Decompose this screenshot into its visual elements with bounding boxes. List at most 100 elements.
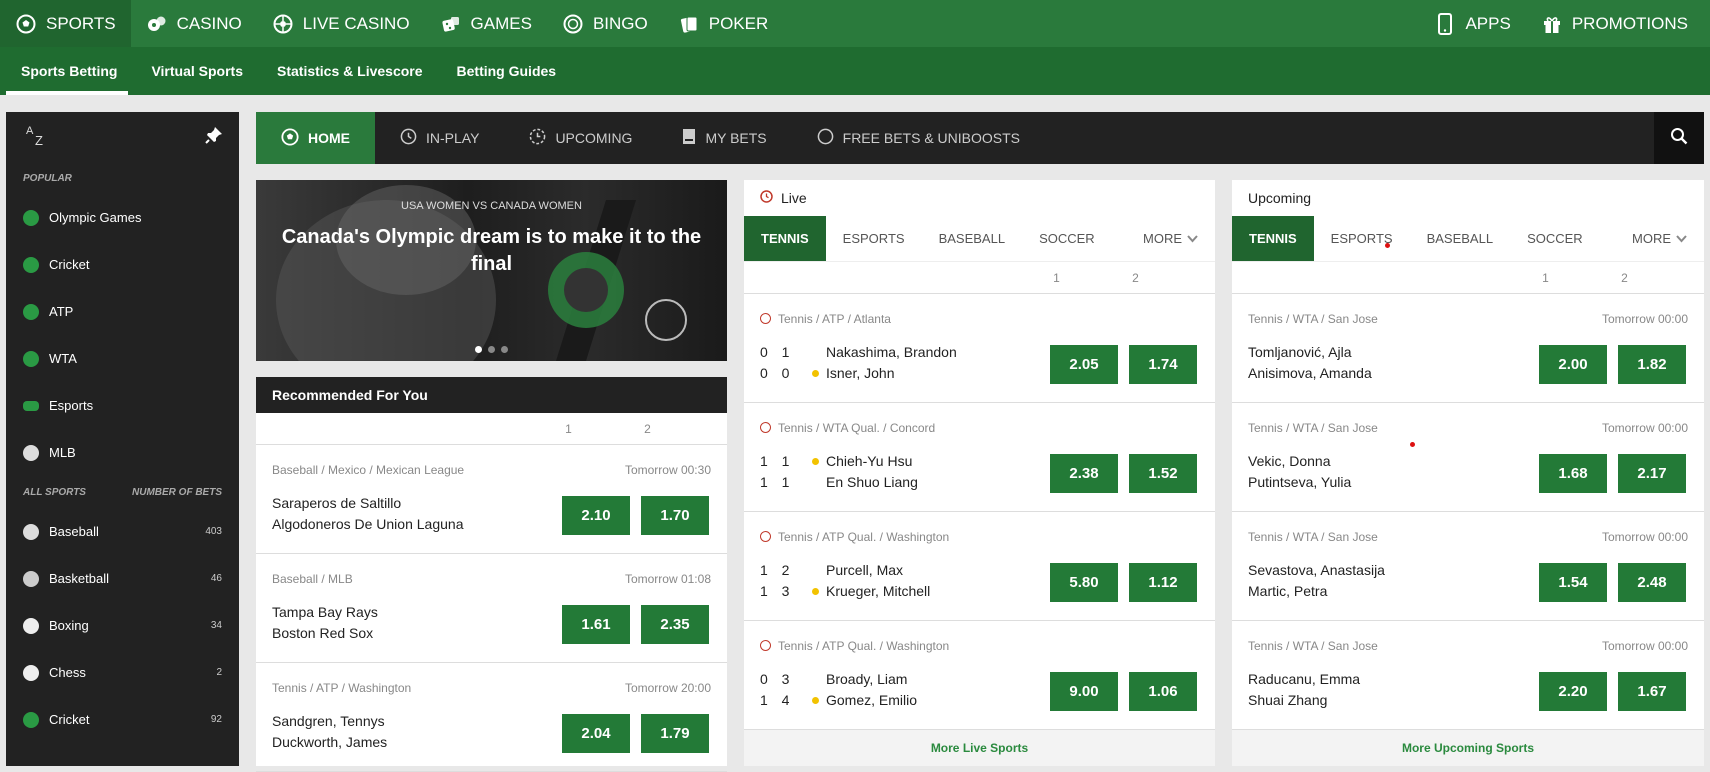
upcoming-card: Upcoming TENNIS ESPORTS BASEBALL SOCCER … (1232, 180, 1704, 766)
odds-button[interactable]: 1.70 (641, 496, 709, 535)
event-league[interactable]: Tennis / WTA / San Jose (1248, 530, 1378, 544)
live-tab-tennis[interactable]: TENNIS (744, 216, 826, 261)
topnav-apps[interactable]: APPS (1419, 0, 1525, 47)
odds-button[interactable]: 9.00 (1050, 672, 1118, 711)
event-league[interactable]: Tennis / ATP Qual. / Washington (760, 639, 949, 653)
event-teams[interactable]: Tomljanović, Ajla Anisimova, Amanda (1248, 342, 1372, 384)
live-tab-more[interactable]: MORE (1126, 216, 1215, 261)
upcoming-tab-soccer[interactable]: SOCCER (1510, 216, 1600, 261)
topnav-bingo[interactable]: BINGO (547, 0, 663, 47)
odds-button[interactable]: 1.74 (1129, 345, 1197, 384)
sidebar-item[interactable]: Boxing 34 (6, 602, 239, 649)
tab-free-bets-uniboosts[interactable]: FREE BETS & UNIBOOSTS (792, 112, 1045, 164)
upcoming-tab-tennis[interactable]: TENNIS (1232, 216, 1314, 261)
topnav-casino[interactable]: CASINO (131, 0, 257, 47)
event-teams[interactable]: 1 1 Chieh-Yu Hsu 1 1 En Shuo Liang (760, 451, 918, 493)
topnav-live-casino[interactable]: LIVE CASINO (257, 0, 425, 47)
event-league[interactable]: Tennis / WTA / San Jose (1248, 639, 1378, 653)
col-2-label: 2 (644, 421, 651, 436)
team-line: Tampa Bay Rays (272, 602, 378, 623)
event-league[interactable]: Tennis / ATP Qual. / Washington (760, 530, 949, 544)
sort-az-icon[interactable]: AZ (22, 125, 46, 149)
subnav-betting-guides[interactable]: Betting Guides (440, 47, 574, 95)
boxing-glove-icon (23, 617, 39, 634)
tab-in-play[interactable]: IN-PLAY (375, 112, 504, 164)
odds-button[interactable]: 2.35 (641, 605, 709, 644)
upcoming-tab-more[interactable]: MORE (1615, 216, 1704, 261)
odds-group: 2.04 1.79 (562, 714, 709, 753)
odds-button[interactable]: 1.67 (1618, 672, 1686, 711)
sidebar-item[interactable]: Chess 2 (6, 649, 239, 696)
banner-dot[interactable] (501, 346, 508, 353)
live-tab-esports[interactable]: ESPORTS (826, 216, 922, 261)
search-button[interactable] (1654, 112, 1704, 164)
pin-icon[interactable] (205, 126, 223, 149)
more-upcoming-sports-link[interactable]: More Upcoming Sports (1232, 730, 1704, 766)
odds-button[interactable]: 1.82 (1618, 345, 1686, 384)
tab-my-bets[interactable]: MY BETS (657, 112, 791, 164)
event-league[interactable]: Tennis / WTA / San Jose (1248, 312, 1378, 326)
sidebar-item[interactable]: Basketball 46 (6, 555, 239, 602)
live-tab-soccer[interactable]: SOCCER (1022, 216, 1112, 261)
live-tab-baseball[interactable]: BASEBALL (922, 216, 1023, 261)
sidebar-item[interactable]: WTA (6, 335, 239, 382)
more-live-sports-link[interactable]: More Live Sports (744, 730, 1215, 766)
event-teams[interactable]: Tampa Bay Rays Boston Red Sox (272, 602, 378, 644)
event-teams[interactable]: Saraperos de Saltillo Algodoneros De Unio… (272, 493, 463, 535)
odds-button[interactable]: 1.68 (1539, 454, 1607, 493)
tab-home[interactable]: HOME (256, 112, 375, 164)
sidebar-item[interactable]: Cricket 92 (6, 696, 239, 743)
odds-button[interactable]: 2.05 (1050, 345, 1118, 384)
sidebar-item[interactable]: Baseball 403 (6, 508, 239, 555)
odds-button[interactable]: 1.12 (1129, 563, 1197, 602)
sidebar-item[interactable]: Olympic Games (6, 194, 239, 241)
event-teams[interactable]: Sandgren, Tennys Duckworth, James (272, 711, 387, 753)
odds-button[interactable]: 2.20 (1539, 672, 1607, 711)
event-teams[interactable]: Vekic, Donna Putintseva, Yulia (1248, 451, 1351, 493)
team-name: Sandgren, Tennys (272, 713, 385, 729)
odds-button[interactable]: 1.54 (1539, 563, 1607, 602)
topnav-sports[interactable]: SPORTS (0, 0, 131, 47)
odds-group: 2.38 1.52 (1050, 454, 1197, 493)
subnav-sports-betting[interactable]: Sports Betting (0, 47, 134, 95)
topnav-games[interactable]: GAMES (425, 0, 547, 47)
topnav-poker[interactable]: POKER (663, 0, 784, 47)
sidebar-item[interactable]: MLB (6, 429, 239, 476)
odds-button[interactable]: 2.17 (1618, 454, 1686, 493)
event-league[interactable]: Baseball / Mexico / Mexican League (272, 463, 464, 477)
subnav-virtual-sports[interactable]: Virtual Sports (134, 47, 260, 95)
tab-upcoming[interactable]: UPCOMING (504, 112, 657, 164)
event-teams[interactable]: 0 1 Nakashima, Brandon 0 0 Isner, John (760, 342, 957, 384)
event-league[interactable]: Baseball / MLB (272, 572, 353, 586)
team-line: 1 4 Gomez, Emilio (760, 690, 917, 711)
sidebar-item[interactable]: Esports (6, 382, 239, 429)
odds-button[interactable]: 2.00 (1539, 345, 1607, 384)
promo-banner[interactable]: USA WOMEN VS CANADA WOMEN Canada's Olymp… (256, 180, 727, 361)
odds-button[interactable]: 2.10 (562, 496, 630, 535)
event-league[interactable]: Tennis / WTA / San Jose (1248, 421, 1378, 435)
upcoming-tab-baseball[interactable]: BASEBALL (1410, 216, 1511, 261)
event-teams[interactable]: Raducanu, Emma Shuai Zhang (1248, 669, 1360, 711)
event-league[interactable]: Tennis / ATP / Washington (272, 681, 411, 695)
sidebar-item[interactable]: ATP (6, 288, 239, 335)
subnav-statistics-livescore[interactable]: Statistics & Livescore (260, 47, 440, 95)
banner-dot[interactable] (488, 346, 495, 353)
odds-button[interactable]: 1.06 (1129, 672, 1197, 711)
odds-button[interactable]: 2.38 (1050, 454, 1118, 493)
odds-button[interactable]: 1.79 (641, 714, 709, 753)
sidebar-item[interactable]: Cricket (6, 241, 239, 288)
live-clock-icon (760, 313, 771, 324)
odds-button[interactable]: 5.80 (1050, 563, 1118, 602)
event-teams[interactable]: 1 2 Purcell, Max 1 3 Krueger, Mitchell (760, 560, 930, 602)
odds-button[interactable]: 1.52 (1129, 454, 1197, 493)
event-league[interactable]: Tennis / WTA Qual. / Concord (760, 421, 935, 435)
odds-button[interactable]: 2.04 (562, 714, 630, 753)
odds-button[interactable]: 2.48 (1618, 563, 1686, 602)
event-teams[interactable]: Sevastova, Anastasija Martic, Petra (1248, 560, 1385, 602)
event-teams[interactable]: 0 3 Broady, Liam 1 4 Gomez, Emilio (760, 669, 917, 711)
odds-button[interactable]: 1.61 (562, 605, 630, 644)
banner-dot[interactable] (475, 346, 482, 353)
upcoming-tab-esports[interactable]: ESPORTS (1314, 216, 1410, 261)
event-league[interactable]: Tennis / ATP / Atlanta (760, 312, 891, 326)
topnav-promotions[interactable]: PROMOTIONS (1526, 0, 1710, 47)
